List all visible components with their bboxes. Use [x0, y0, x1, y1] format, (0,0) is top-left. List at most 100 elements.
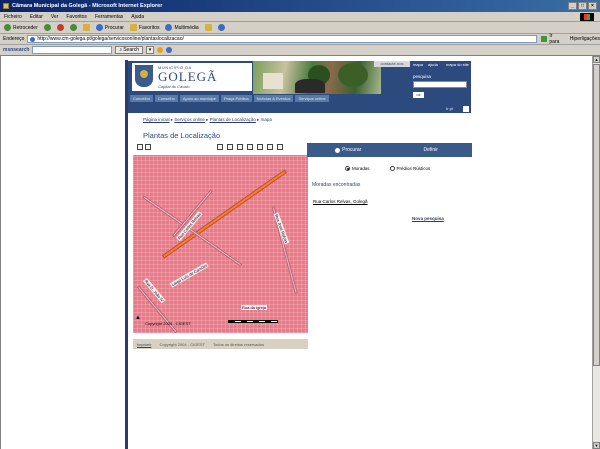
print-map-icon[interactable]	[137, 144, 143, 150]
photo-tree	[338, 63, 368, 87]
nav-item-conselho[interactable]: Conselho	[154, 95, 178, 102]
search-toolbar: msnsearch ⌕ Search ▾	[0, 45, 600, 56]
nav-item-noticias[interactable]: Notícias & Eventos	[253, 95, 294, 102]
site-logo[interactable]: MUNICÍPIO DA GOLEGÃ Capital do Cavalo	[132, 63, 252, 91]
scroll-up-button[interactable]: ▲	[593, 56, 600, 63]
radio-dot-icon	[335, 147, 341, 153]
menu-favorites[interactable]: Favoritos	[66, 14, 87, 20]
windows-logo-icon	[580, 13, 594, 21]
zoom-out-icon[interactable]	[227, 144, 233, 150]
menu-file[interactable]: Ficheiro	[4, 14, 22, 20]
nav-item-servicos[interactable]: Serviços online	[295, 95, 329, 102]
media-button[interactable]: Multimédia	[165, 24, 199, 31]
back-button[interactable]: Retroceder	[4, 24, 38, 31]
breadcrumb-home[interactable]: Página inicial	[143, 117, 170, 122]
location-map[interactable]: Rua Carlos Relvas Rua José Relvas Largo …	[133, 155, 308, 333]
links-button[interactable]: Hiperligações	[570, 36, 600, 42]
radio-predios[interactable]: Prédios Rústicos	[389, 166, 430, 171]
minimize-button[interactable]: _	[568, 2, 577, 10]
site-search-input[interactable]	[413, 81, 467, 88]
scroll-down-button[interactable]: ▼	[593, 442, 600, 449]
top-tab-sitemap[interactable]: mapa do site	[446, 62, 469, 68]
breadcrumb-services[interactable]: Serviços online	[174, 117, 205, 122]
menu-bar: Ficheiro Editar Ver Favoritos Ferramenta…	[0, 12, 600, 22]
back-icon	[4, 24, 11, 31]
radio-moradas[interactable]: Moradas	[345, 166, 370, 171]
street-label: Largo Luís de Camões	[169, 262, 210, 288]
radio-empty-icon	[389, 166, 395, 171]
maximize-button[interactable]: □	[578, 2, 587, 10]
strip-label[interactable]: Ir p/	[446, 106, 453, 111]
window-title-bar: Câmara Municipal da Golegã - Microsoft I…	[0, 0, 600, 12]
browser-toolbar: Retroceder Procurar Favoritos Multimédia	[0, 22, 600, 34]
map-tools-left	[137, 144, 151, 150]
tab-define[interactable]: Definir	[390, 143, 473, 157]
vertical-scrollbar[interactable]: ▲ ▼	[592, 56, 600, 449]
window-controls: _ □ ×	[568, 2, 597, 10]
breadcrumb-current: mapa	[260, 117, 272, 122]
print-button[interactable]	[217, 24, 225, 31]
refresh-button[interactable]	[69, 24, 77, 31]
stop-button[interactable]	[56, 24, 64, 31]
pan-icon[interactable]	[247, 144, 253, 150]
info-icon[interactable]	[277, 144, 283, 150]
contact-link[interactable]: contacte-nos	[374, 61, 410, 67]
map-scale-bar	[228, 320, 278, 323]
nav-item-praca[interactable]: Praça Pública	[220, 95, 252, 102]
search-toolbar-button[interactable]: Procurar	[95, 24, 124, 31]
forward-button[interactable]	[43, 24, 51, 31]
full-extent-icon[interactable]	[257, 144, 263, 150]
stop-icon	[56, 24, 64, 31]
new-search-link[interactable]: Nova pesquisa	[412, 216, 444, 221]
print-link[interactable]: Imprimir	[137, 342, 151, 347]
scroll-thumb[interactable]	[593, 64, 600, 366]
top-tab-map[interactable]: mapa	[413, 62, 423, 68]
close-button[interactable]: ×	[588, 2, 597, 10]
top-tab-help[interactable]: ajuda	[428, 62, 438, 68]
search-tabs: Procurar Definir	[307, 143, 472, 157]
go-button[interactable]: Ir para	[541, 33, 563, 45]
menu-view[interactable]: Ver	[51, 14, 59, 20]
map-footer: Imprimir Copyright 2004 - CIGEST Todos o…	[133, 339, 308, 349]
result-link[interactable]: Rua Carlos Relvas, Golegã	[313, 199, 368, 204]
breadcrumb-plans[interactable]: Plantas de Localização	[210, 117, 256, 122]
address-input[interactable]: http://www.cm-golega.pt/golega/servicoso…	[27, 35, 538, 43]
print-icon	[217, 24, 225, 31]
header-photo	[253, 61, 381, 94]
address-label: Endereço	[3, 36, 25, 42]
breadcrumb: Página inicial ▸ Serviços online ▸ Plant…	[143, 117, 272, 123]
mail-button[interactable]	[204, 24, 212, 31]
north-arrow-icon: ▲	[135, 315, 141, 321]
page-icon	[30, 36, 36, 42]
nav-item-apoio[interactable]: Apoio ao munícipe	[179, 95, 219, 102]
tab-search[interactable]: Procurar	[307, 143, 390, 157]
chevron-down-icon[interactable]: ▾	[146, 46, 155, 54]
home-button[interactable]	[82, 24, 90, 31]
menu-edit[interactable]: Editar	[30, 14, 43, 20]
nav-item-concelho[interactable]: Concelho	[130, 95, 153, 102]
menu-help[interactable]: Ajuda	[131, 14, 144, 20]
messenger-icon[interactable]	[166, 47, 173, 53]
email-map-icon[interactable]	[145, 144, 151, 150]
logo-tagline: Capital do Cavalo	[158, 84, 190, 89]
window-title: Câmara Municipal da Golegã - Microsoft I…	[12, 3, 163, 9]
menu-tools[interactable]: Ferramentas	[95, 14, 123, 20]
coat-of-arms-icon	[135, 65, 153, 87]
forward-icon	[43, 24, 51, 31]
home-icon	[82, 24, 90, 31]
measure-icon[interactable]	[267, 144, 273, 150]
zoom-box-icon[interactable]	[237, 144, 243, 150]
site-search-ok-button[interactable]: ok	[413, 92, 424, 98]
search-icon	[95, 24, 103, 31]
header-strip: Ir p/	[128, 105, 471, 113]
strip-arrow-icon[interactable]	[463, 106, 469, 112]
site-header: MUNICÍPIO DA GOLEGÃ Capital do Cavalo co…	[128, 61, 471, 105]
refresh-icon	[69, 24, 77, 31]
highlight-icon[interactable]	[157, 47, 164, 53]
favorites-button[interactable]: Favoritos	[129, 24, 159, 31]
zoom-in-icon[interactable]	[217, 144, 223, 150]
toolbar-search-input[interactable]	[32, 46, 113, 54]
map-road	[142, 195, 243, 267]
toolbar-search-button[interactable]: ⌕ Search	[115, 46, 144, 54]
map-road-highlighted	[161, 169, 288, 259]
